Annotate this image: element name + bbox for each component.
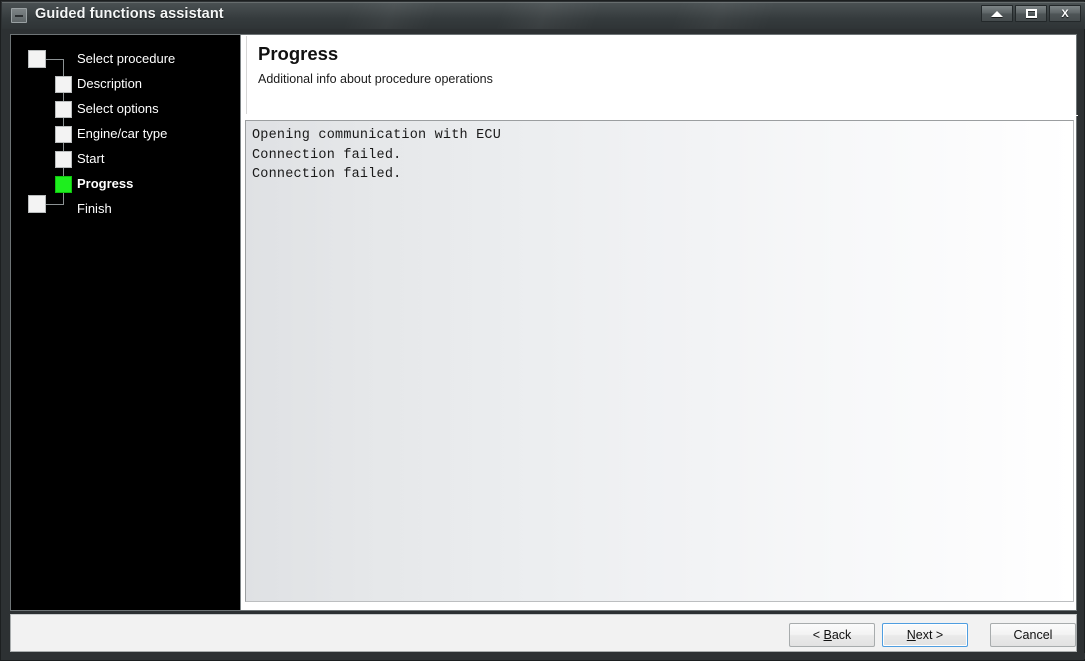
step-node-select-options[interactable] bbox=[55, 101, 72, 118]
page-title: Progress bbox=[258, 43, 339, 64]
page-subtitle: Additional info about procedure operatio… bbox=[258, 72, 493, 86]
client-area: Select procedure Description Select opti… bbox=[10, 34, 1078, 611]
sidebar-item-select-options[interactable]: Select options bbox=[77, 101, 159, 116]
close-icon: X bbox=[1061, 7, 1069, 20]
triangle-up-icon bbox=[982, 6, 1012, 21]
back-button-label: < Back bbox=[812, 628, 852, 642]
restore-square-icon bbox=[1016, 6, 1046, 21]
sidebar-item-start[interactable]: Start bbox=[77, 151, 104, 166]
maximize-restore-button[interactable] bbox=[1015, 5, 1047, 22]
minimize-button[interactable] bbox=[981, 5, 1013, 22]
cancel-button-label: Cancel bbox=[1013, 628, 1053, 642]
sidebar-item-finish[interactable]: Finish bbox=[77, 201, 112, 216]
application-window: Guided functions assistant X Select proc… bbox=[0, 0, 1085, 661]
step-node-progress[interactable] bbox=[55, 176, 72, 193]
window-bottom-edge bbox=[2, 653, 1085, 659]
step-tree: Select procedure Description Select opti… bbox=[11, 35, 241, 225]
next-button-label: Next > bbox=[906, 628, 944, 642]
window-title: Guided functions assistant bbox=[35, 6, 224, 22]
log-line: Connection failed. bbox=[252, 167, 402, 182]
progress-log-content: Opening communication with ECU Connectio… bbox=[252, 126, 1069, 185]
title-bar-highlight bbox=[2, 2, 1085, 3]
collapse-square-icon[interactable] bbox=[11, 8, 27, 23]
log-line: Opening communication with ECU bbox=[252, 128, 502, 143]
cancel-button[interactable]: Cancel bbox=[990, 623, 1076, 647]
log-line: Connection failed. bbox=[252, 147, 402, 163]
step-node-start[interactable] bbox=[55, 151, 72, 168]
content-pane: Progress Additional info about procedure… bbox=[242, 35, 1078, 610]
sidebar-item-description[interactable]: Description bbox=[77, 76, 142, 91]
sidebar-item-select-procedure[interactable]: Select procedure bbox=[77, 51, 175, 66]
progress-log-panel[interactable]: Opening communication with ECU Connectio… bbox=[245, 120, 1074, 602]
sidebar-item-engine-car-type[interactable]: Engine/car type bbox=[77, 126, 167, 141]
next-button[interactable]: Next > bbox=[882, 623, 968, 647]
sidebar-item-progress[interactable]: Progress bbox=[77, 176, 133, 191]
close-button[interactable]: X bbox=[1049, 5, 1081, 22]
step-node-finish[interactable] bbox=[28, 195, 46, 213]
wizard-footer: < Back Next > Cancel bbox=[10, 614, 1077, 652]
wizard-step-sidebar: Select procedure Description Select opti… bbox=[11, 35, 241, 610]
step-node-engine-car-type[interactable] bbox=[55, 126, 72, 143]
step-node-description[interactable] bbox=[55, 76, 72, 93]
title-bar[interactable]: Guided functions assistant X bbox=[2, 2, 1085, 29]
back-button[interactable]: < Back bbox=[789, 623, 875, 647]
collapse-dash bbox=[15, 15, 23, 17]
step-node-select-procedure[interactable] bbox=[28, 50, 46, 68]
header-separator bbox=[242, 115, 1078, 116]
page-header: Progress Additional info about procedure… bbox=[246, 36, 1072, 114]
